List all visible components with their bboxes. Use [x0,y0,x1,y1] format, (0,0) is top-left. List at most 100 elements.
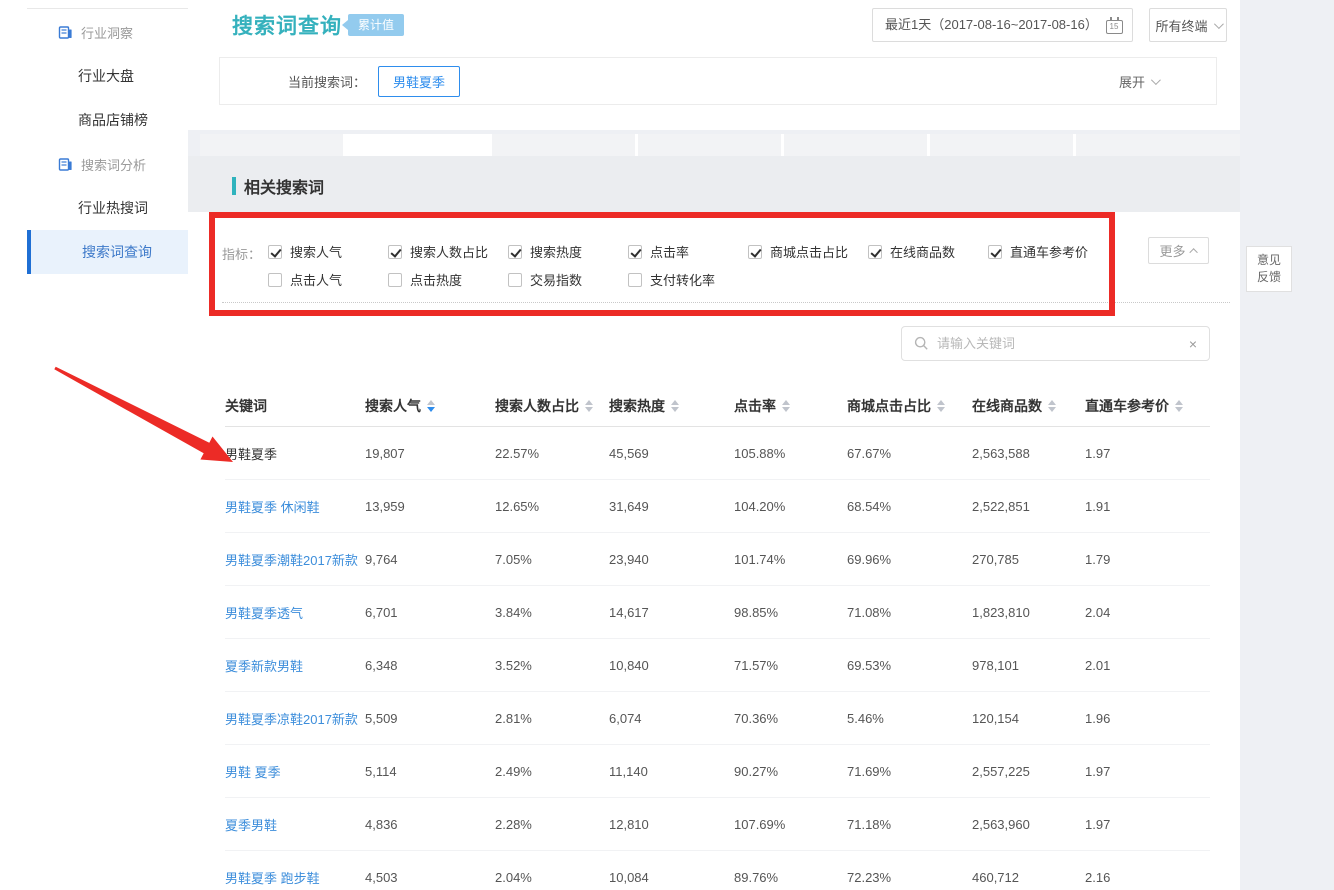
metric-checkbox-search-heat[interactable]: 搜索热度 [508,242,628,261]
keyword-link[interactable]: 男鞋夏季 跑步鞋 [225,868,365,887]
sort-control-icon[interactable] [427,400,435,412]
cell: 1,823,810 [972,605,1085,620]
date-range-picker[interactable]: 最近1天（2017-08-16~2017-08-16） [872,8,1111,42]
more-button[interactable]: 更多 [1148,237,1209,264]
cell: 3.52% [495,658,609,673]
checkbox-checked-icon[interactable] [748,245,762,259]
cell: 5,114 [365,764,495,779]
cell: 11,140 [609,764,734,779]
table-row: 男鞋夏季 19,807 22.57% 45,569 105.88% 67.67%… [225,427,1210,480]
cell: 1.97 [1085,817,1210,832]
checkbox-label: 搜索人数占比 [410,242,488,261]
cell: 1.79 [1085,552,1210,567]
expand-toggle[interactable]: 展开 [1119,72,1158,91]
sort-control-icon[interactable] [782,400,790,412]
metrics-label: 指标： [222,244,261,263]
tab[interactable] [638,134,784,156]
tab[interactable] [492,134,638,156]
sidebar-group-industry-insight[interactable]: 行业洞察 [0,10,188,54]
cell: 5,509 [365,711,495,726]
cell: 12.65% [495,499,609,514]
feedback-button[interactable]: 意见 反馈 [1246,246,1292,292]
keyword-link[interactable]: 男鞋夏季潮鞋2017新款 [225,550,365,569]
sidebar-group-search-analysis[interactable]: 搜索词分析 [0,142,188,186]
keyword-link[interactable]: 男鞋夏季透气 [225,603,365,622]
keyword-link[interactable]: 夏季男鞋 [225,815,365,834]
cell: 98.85% [734,605,847,620]
sort-control-icon[interactable] [1048,400,1056,412]
checkbox-checked-icon[interactable] [628,245,642,259]
metric-checkbox-click-heat[interactable]: 点击热度 [388,270,508,289]
sort-control-icon[interactable] [671,400,679,412]
cell: 2.01 [1085,658,1210,673]
sidebar-divider [27,8,188,9]
cell: 4,836 [365,817,495,832]
cell: 10,084 [609,870,734,885]
sidebar-item-industry-hot-words[interactable]: 行业热搜词 [0,186,188,230]
checkbox-unchecked-icon[interactable] [388,273,402,287]
checkbox-checked-icon[interactable] [868,245,882,259]
clear-input-icon[interactable]: × [1189,336,1197,352]
metric-checkbox-click-rate[interactable]: 点击率 [628,242,748,261]
section-title-text: 相关搜索词 [244,174,324,198]
calendar-button[interactable]: 15 [1096,8,1133,42]
cell: 7.05% [495,552,609,567]
metric-checkbox-online-products[interactable]: 在线商品数 [868,242,988,261]
keyword-link[interactable]: 男鞋夏季 休闲鞋 [225,497,365,516]
cell: 69.96% [847,552,972,567]
cell: 72.23% [847,870,972,885]
cell: 71.08% [847,605,972,620]
sidebar-item-industry-dashboard[interactable]: 行业大盘 [0,54,188,98]
tab[interactable] [784,134,930,156]
keyword-link[interactable]: 夏季新款男鞋 [225,656,365,675]
cell: 2.04% [495,870,609,885]
cumulative-badge: 累计值 [348,14,404,36]
metric-checkbox-payment-conversion[interactable]: 支付转化率 [628,270,748,289]
sidebar-item-product-shop-rank[interactable]: 商品店铺榜 [0,98,188,142]
section-title: 相关搜索词 [232,174,324,198]
metric-checkbox-click-popularity[interactable]: 点击人气 [268,270,388,289]
sidebar-item-search-word-query[interactable]: 搜索词查询 [27,230,188,274]
sort-control-icon[interactable] [1175,400,1183,412]
cell: 2.04 [1085,605,1210,620]
tab-active[interactable] [346,134,492,156]
tab[interactable] [200,134,346,156]
checkbox-checked-icon[interactable] [388,245,402,259]
table-row: 男鞋 夏季 5,114 2.49% 11,140 90.27% 71.69% 2… [225,745,1210,798]
metric-checkbox-ztc-reference-price[interactable]: 直通车参考价 [988,242,1108,261]
keyword-link[interactable]: 男鞋夏季凉鞋2017新款 [225,709,365,728]
cell: 69.53% [847,658,972,673]
keyword-link[interactable]: 男鞋 夏季 [225,762,365,781]
sidebar-item-label: 行业大盘 [78,66,134,86]
tab[interactable] [930,134,1076,156]
tab[interactable] [1076,134,1240,156]
feedback-label: 意见 [1257,252,1281,269]
cell: 89.76% [734,870,847,885]
checkbox-unchecked-icon[interactable] [508,273,522,287]
metric-checkbox-transaction-index[interactable]: 交易指数 [508,270,628,289]
checkbox-checked-icon[interactable] [508,245,522,259]
calendar-icon: 15 [1106,20,1123,34]
checkbox-unchecked-icon[interactable] [268,273,282,287]
metric-checkbox-search-popularity[interactable]: 搜索人气 [268,242,388,261]
related-search-panel: 指标： 搜索人气 搜索人数占比 搜索热度 点击率 商城点击占比 [188,212,1240,890]
metric-checkbox-searcher-ratio[interactable]: 搜索人数占比 [388,242,508,261]
checkbox-checked-icon[interactable] [988,245,1002,259]
checkbox-unchecked-icon[interactable] [628,273,642,287]
keyword-search-input[interactable] [937,336,1181,351]
checkbox-checked-icon[interactable] [268,245,282,259]
sort-control-icon[interactable] [937,400,945,412]
terminal-dropdown[interactable]: 所有终端 [1149,8,1227,42]
current-search-term-panel: 当前搜索词： 男鞋夏季 展开 [219,57,1217,105]
sort-control-icon[interactable] [585,400,593,412]
checkbox-label: 点击率 [650,242,689,261]
table-row: 夏季新款男鞋 6,348 3.52% 10,840 71.57% 69.53% … [225,639,1210,692]
cell: 6,348 [365,658,495,673]
cell: 120,154 [972,711,1085,726]
checkbox-label: 交易指数 [530,270,582,289]
current-term-chip[interactable]: 男鞋夏季 [378,66,460,97]
cell: 2.81% [495,711,609,726]
cell: 1.97 [1085,446,1210,461]
metric-checkbox-mall-click-ratio[interactable]: 商城点击占比 [748,242,868,261]
cell: 9,764 [365,552,495,567]
